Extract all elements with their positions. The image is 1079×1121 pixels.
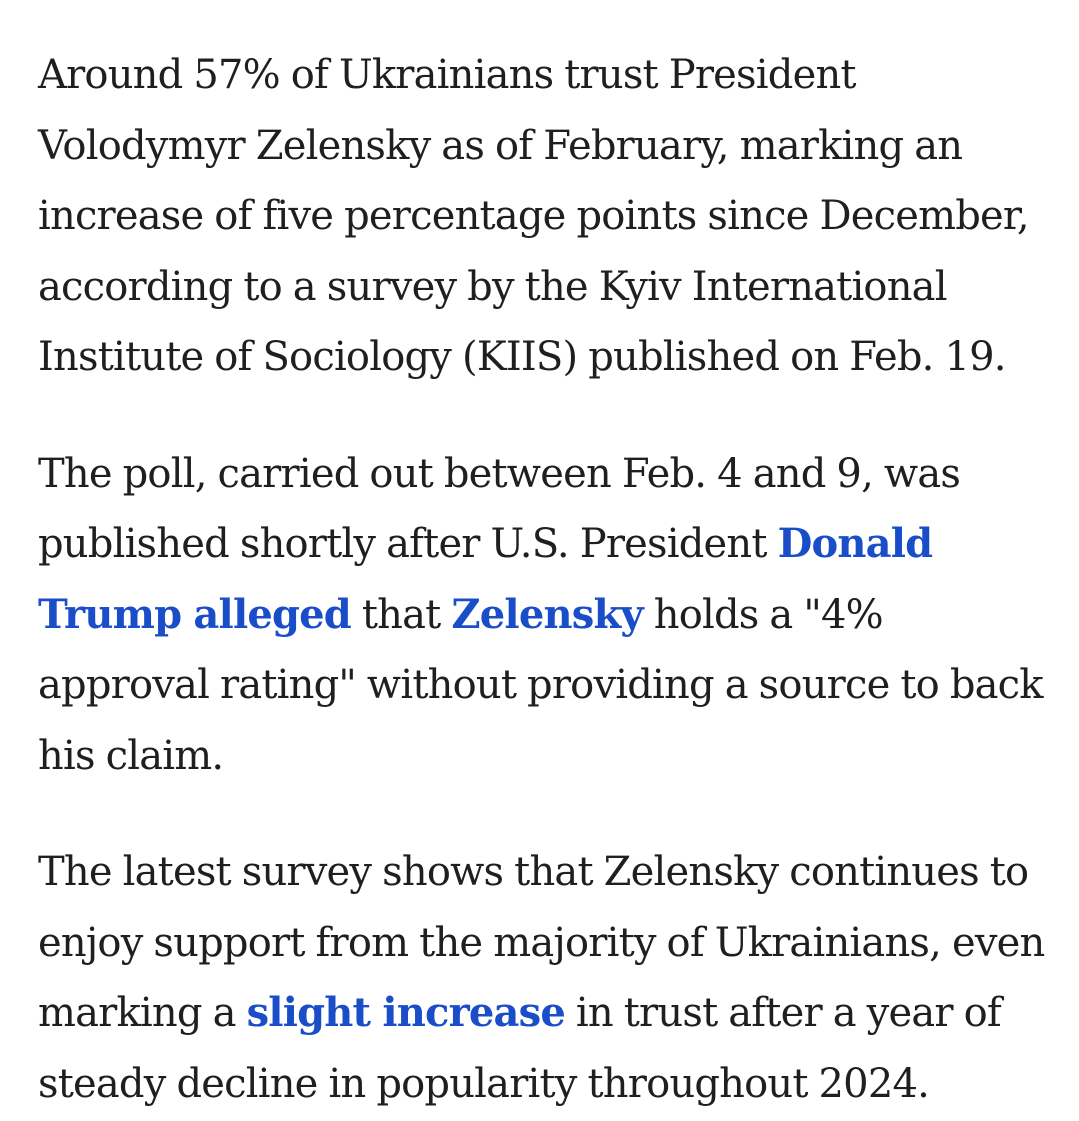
paragraph-3: The latest survey shows that Zelensky co… (38, 837, 1048, 1119)
paragraph-2: The poll, carried out between Feb. 4 and… (38, 439, 1048, 792)
paragraph-2-text-middle: that (350, 591, 452, 638)
article-body: Around 57% of Ukrainians trust President… (38, 40, 1048, 1119)
slight-increase-link[interactable]: slight increase (247, 989, 566, 1036)
zelensky-link[interactable]: Zelensky (451, 591, 643, 638)
paragraph-1-text: Around 57% of Ukrainians trust President… (38, 52, 1030, 380)
paragraph-1: Around 57% of Ukrainians trust President… (38, 40, 1048, 393)
